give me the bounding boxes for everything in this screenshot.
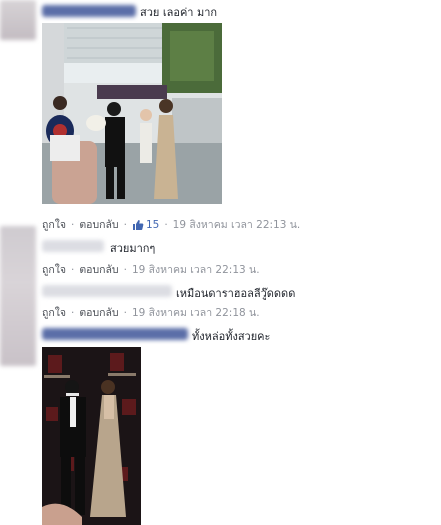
timestamp[interactable]: 19 สิงหาคม เวลา 22:13 น. [132, 261, 260, 278]
timestamp[interactable]: 19 สิงหาคม เวลา 22:13 น. [173, 216, 301, 233]
commenter-name[interactable] [42, 5, 136, 17]
commenter-name[interactable] [42, 240, 104, 252]
comment-photo[interactable] [42, 347, 141, 525]
like-count[interactable]: 15 [132, 219, 159, 231]
reply-link[interactable]: ตอบกลับ [79, 304, 118, 321]
comment-photo[interactable] [42, 23, 222, 204]
event-photo-image [42, 23, 222, 204]
comment-actions: ถูกใจ · ตอบกลับ · 19 สิงหาคม เวลา 22:18 … [42, 304, 260, 321]
like-link[interactable]: ถูกใจ [42, 261, 66, 278]
like-link[interactable]: ถูกใจ [42, 304, 66, 321]
comment-text: เหมือนดาราฮอลลีวู๊ดดดด [176, 287, 296, 300]
like-count-value: 15 [145, 218, 160, 231]
comment-text: สวย เลอค่า มาก [140, 6, 218, 19]
avatar[interactable] [0, 0, 36, 40]
red-carpet-photo-image [42, 347, 141, 525]
comment-actions: ถูกใจ · ตอบกลับ · 19 สิงหาคม เวลา 22:13 … [42, 261, 260, 278]
reply-link[interactable]: ตอบกลับ [79, 261, 118, 278]
comment-text: สวยมากๆ [110, 242, 156, 255]
like-link[interactable]: ถูกใจ [42, 216, 66, 233]
thumbs-up-icon [132, 219, 144, 230]
avatar[interactable] [0, 226, 36, 366]
reply-link[interactable]: ตอบกลับ [79, 216, 118, 233]
commenter-name[interactable] [42, 328, 188, 340]
comment-actions: ถูกใจ · ตอบกลับ · 15 · 19 สิงหาคม เวลา 2… [42, 216, 300, 233]
comment-text: ทั้งหล่อทั้งสวยคะ [192, 330, 271, 343]
timestamp[interactable]: 19 สิงหาคม เวลา 22:18 น. [132, 304, 260, 321]
commenter-name[interactable] [42, 285, 172, 297]
